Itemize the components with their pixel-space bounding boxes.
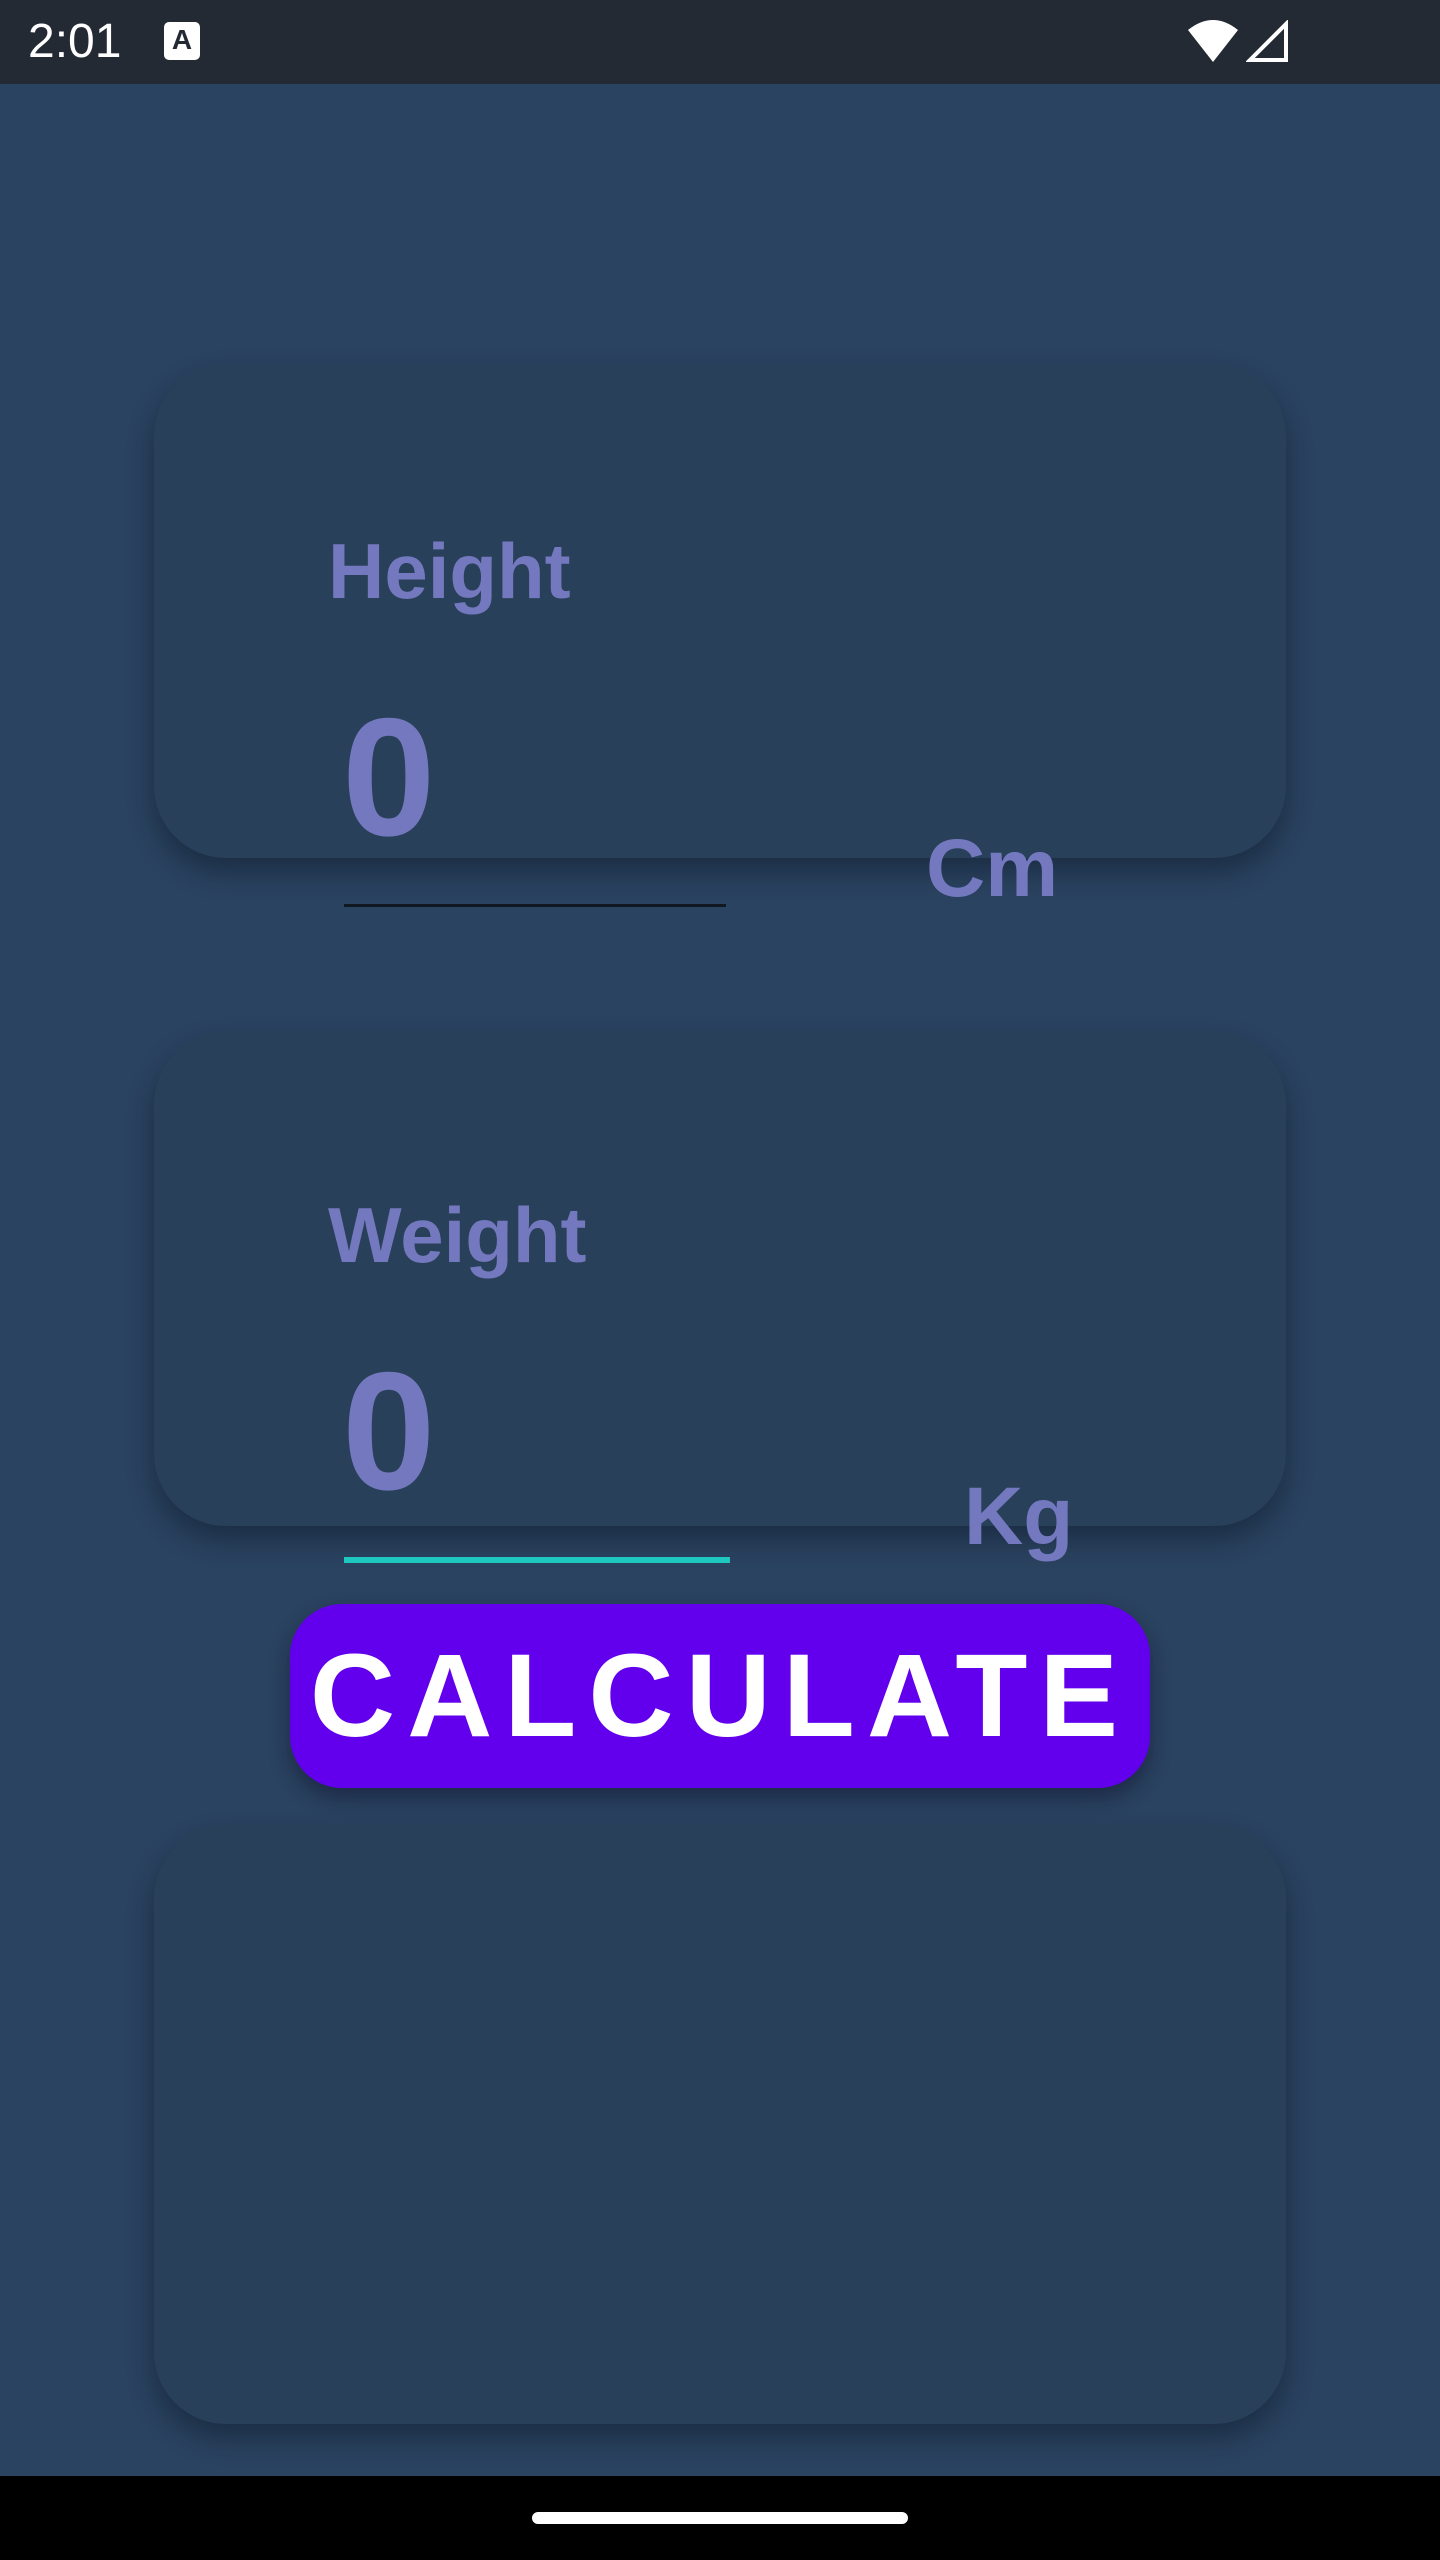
status-bar: 2:01 A: [0, 0, 1440, 84]
weight-label: Weight: [328, 1191, 587, 1279]
height-label: Height: [328, 527, 571, 615]
weight-card: Weight 0 Kg: [154, 1032, 1286, 1563]
weight-unit: Kg: [964, 1471, 1074, 1562]
home-gesture-handle[interactable]: [532, 2512, 908, 2524]
wifi-icon: [1188, 20, 1238, 62]
height-input-underline: [344, 904, 726, 907]
bmi-calculator-screen: Height 0 Cm Weight 0 Kg CALCULATE: [0, 84, 1440, 2476]
height-input[interactable]: 0: [342, 692, 435, 862]
weight-input[interactable]: 0: [342, 1346, 435, 1516]
status-time: 2:01: [28, 15, 122, 68]
height-card: Height 0 Cm: [154, 364, 1286, 914]
weight-input-underline: [344, 1557, 730, 1563]
text-format-icon: A: [164, 22, 200, 60]
calculate-button[interactable]: CALCULATE: [290, 1604, 1150, 1788]
result-card: [154, 1826, 1286, 2424]
navigation-bar: [0, 2476, 1440, 2560]
height-unit: Cm: [926, 823, 1059, 914]
cell-signal-icon: [1246, 20, 1288, 62]
